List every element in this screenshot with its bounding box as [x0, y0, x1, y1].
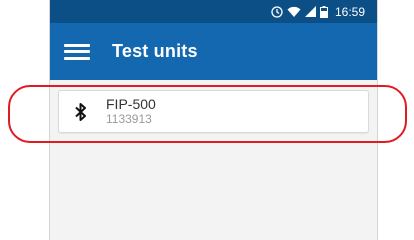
unit-name: FIP-500 [106, 95, 156, 112]
wifi-icon [287, 6, 301, 17]
app-bar: Test units [50, 23, 377, 80]
status-bar: 16:59 [50, 0, 377, 23]
alarm-icon [271, 5, 283, 18]
signal-icon [304, 6, 316, 17]
battery-icon [319, 5, 328, 18]
test-units-list: FIP-500 1133913 [58, 90, 369, 133]
unit-serial: 1133913 [106, 112, 152, 127]
unit-text: FIP-500 1133913 [106, 95, 156, 127]
bluetooth-icon [75, 102, 86, 121]
page-title: Test units [112, 41, 198, 61]
status-time: 16:59 [334, 4, 365, 19]
device-screen: 16:59 Test units FIP-500 1133913 [49, 0, 378, 240]
hamburger-menu-icon[interactable] [64, 42, 90, 62]
unit-list-item[interactable]: FIP-500 1133913 [58, 90, 369, 133]
